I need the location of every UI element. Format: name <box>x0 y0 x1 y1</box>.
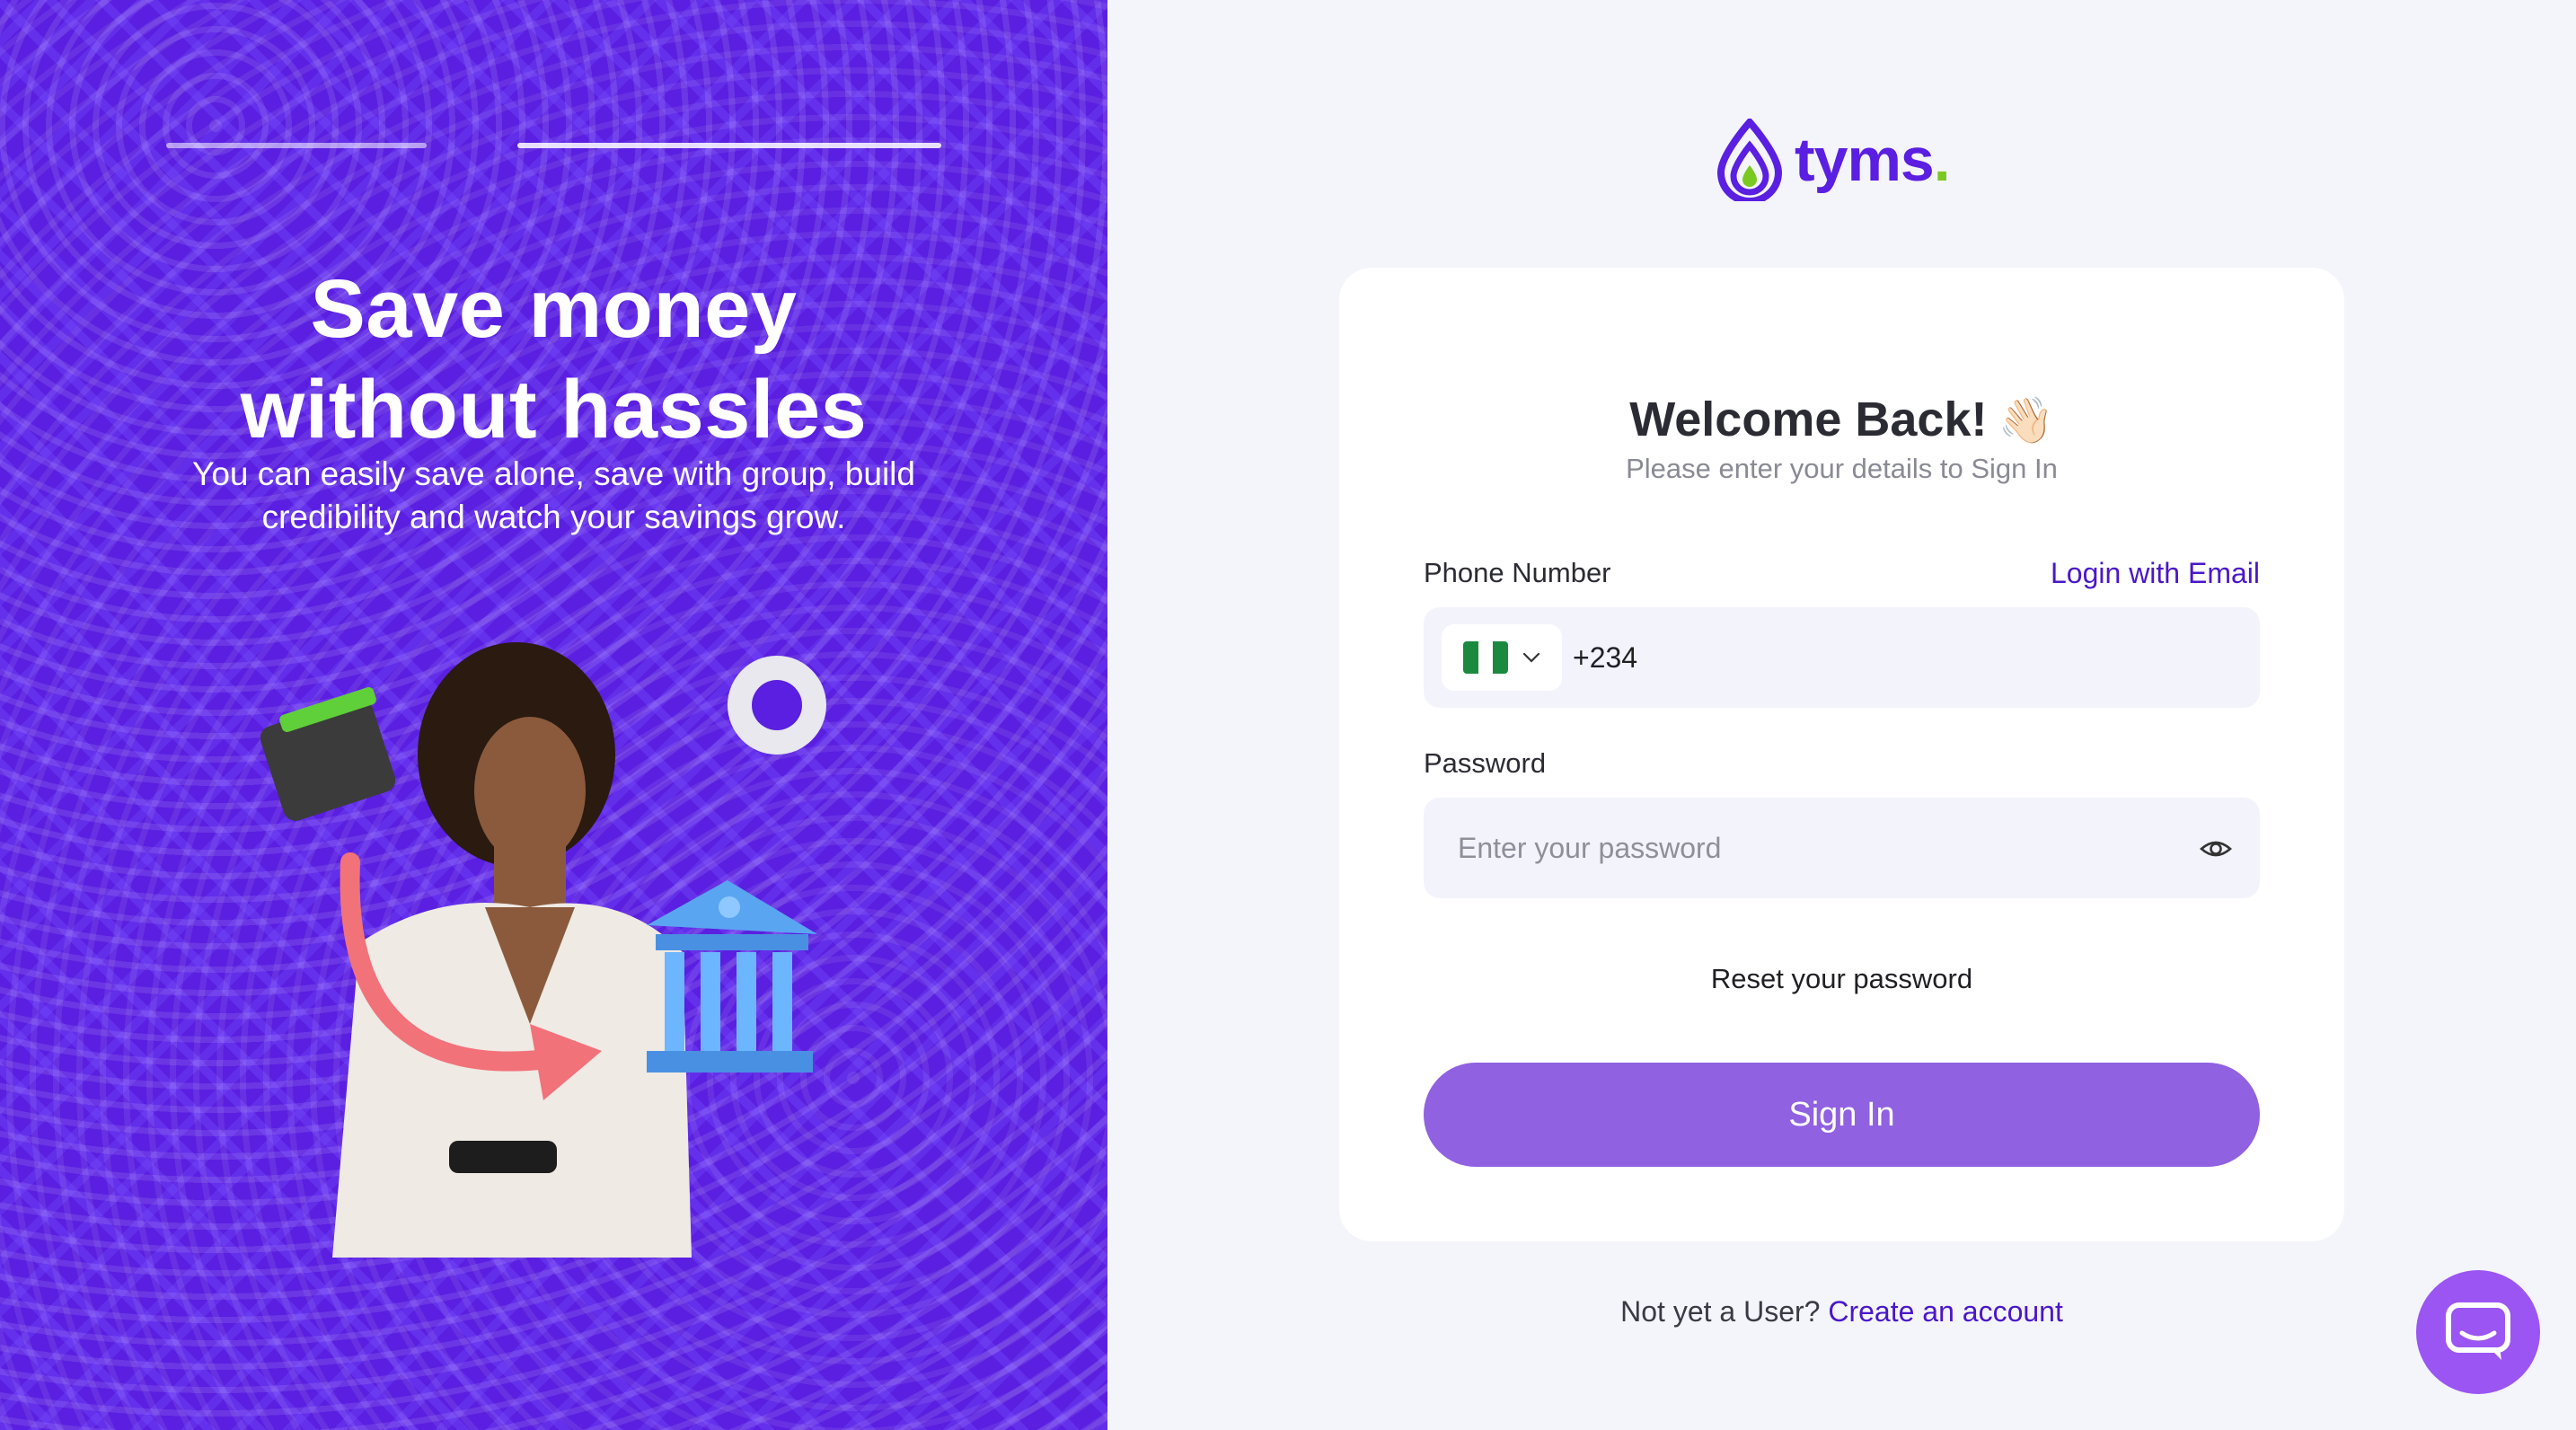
hero-title: Save money without hassles <box>90 259 1018 460</box>
eye-icon[interactable] <box>2199 832 2233 866</box>
nigeria-flag-icon <box>1463 641 1508 674</box>
phone-number-label: Phone Number <box>1424 557 1611 588</box>
hero-panel: Save money without hassles You can easil… <box>0 0 1107 1430</box>
chat-support-button[interactable] <box>2416 1270 2540 1394</box>
login-card: Welcome Back! 👋🏻 Please enter your detail… <box>1339 268 2344 1241</box>
welcome-subtitle: Please enter your details to Sign In <box>1626 453 2058 484</box>
create-account-link[interactable]: Create an account <box>1828 1295 2063 1328</box>
chat-icon <box>2446 1302 2510 1360</box>
password-label: Password <box>1424 747 1547 779</box>
phone-country-code: +234 <box>1573 641 1638 674</box>
hero-illustration <box>260 642 826 1258</box>
carousel-indicator-2[interactable] <box>517 143 941 148</box>
password-field[interactable] <box>1424 798 2260 898</box>
reset-password-link[interactable]: Reset your password <box>1339 963 2344 995</box>
signup-prompt: Not yet a User? Create an account <box>1339 1295 2344 1328</box>
woman-photo <box>332 642 692 1258</box>
hero-subtitle: You can easily save alone, save with gro… <box>153 453 955 539</box>
carousel-indicator-1[interactable] <box>166 143 427 148</box>
savings-cycle-icon <box>728 656 826 755</box>
hero-subtitle-line-1: You can easily save alone, save with gro… <box>192 455 915 492</box>
bank-icon <box>647 880 817 1072</box>
hero-title-line-2: without hassles <box>240 364 868 455</box>
brand-name: tyms. <box>1795 126 1951 194</box>
welcome-title: Welcome Back! 👋🏻 <box>1629 393 2054 446</box>
wave-emoji-icon: 👋🏻 <box>1998 395 2054 446</box>
hero-subtitle-line-2: credibility and watch your savings grow. <box>261 499 846 535</box>
country-code-select[interactable] <box>1442 624 1562 691</box>
hero-title-line-1: Save money <box>310 263 798 355</box>
phone-number-field[interactable]: +234 <box>1424 607 2260 708</box>
signup-prompt-text: Not yet a User? <box>1620 1295 1821 1328</box>
brand-logo: tyms. <box>1714 119 1951 201</box>
sign-in-button[interactable]: Sign In <box>1424 1063 2260 1167</box>
login-with-email-link[interactable]: Login with Email <box>2051 557 2260 590</box>
chevron-down-icon <box>1522 652 1540 663</box>
password-input[interactable] <box>1458 798 2158 898</box>
wallet-icon <box>260 687 396 821</box>
logo-drop-icon <box>1716 119 1783 201</box>
